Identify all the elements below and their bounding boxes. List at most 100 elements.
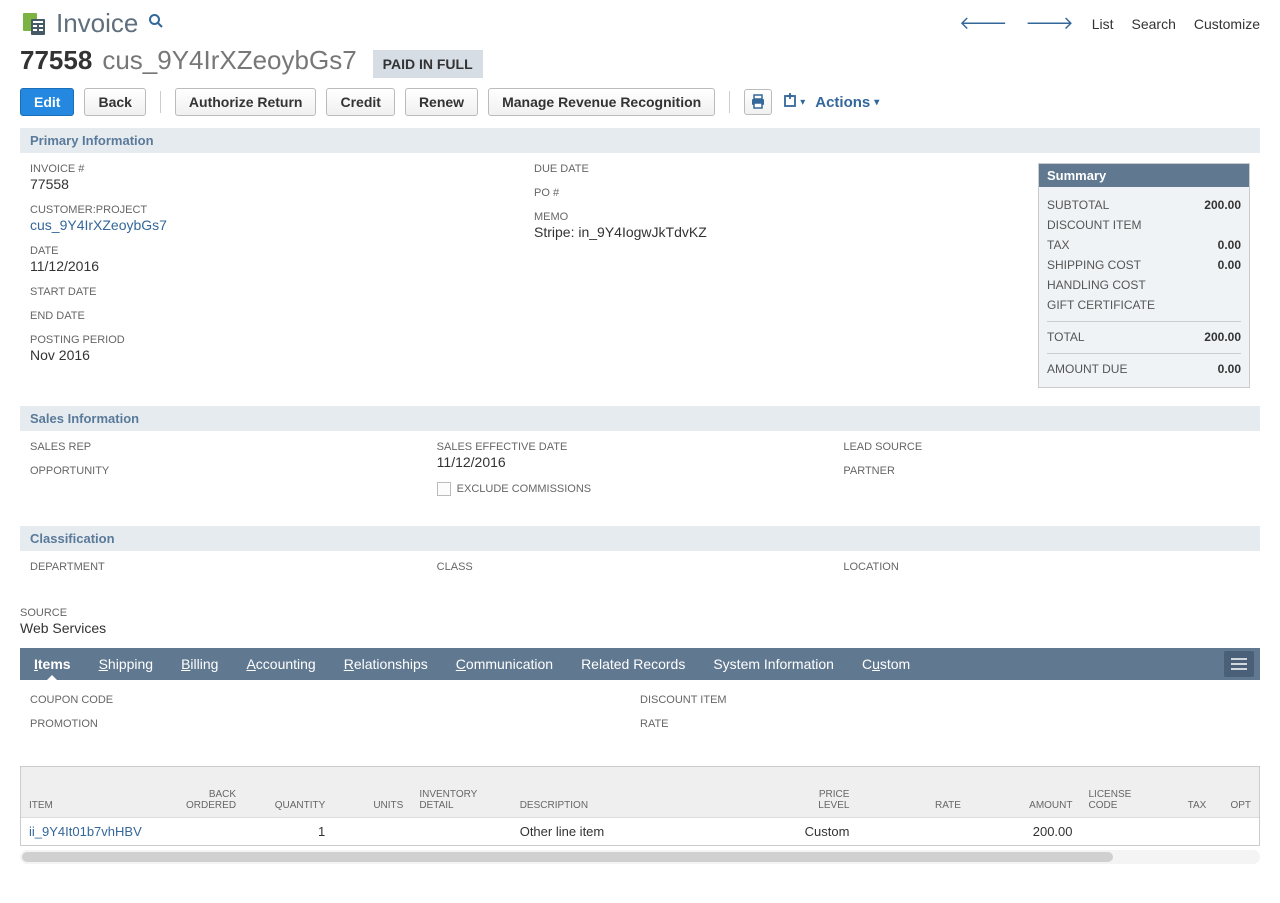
opportunity-label: OPPORTUNITY xyxy=(30,465,437,477)
actions-dropdown[interactable]: Actions ▾ xyxy=(815,94,879,111)
amount-due-label: AMOUNT DUE xyxy=(1047,362,1127,376)
tab-shipping[interactable]: Shipping xyxy=(85,648,168,680)
authorize-return-button[interactable]: Authorize Return xyxy=(175,88,317,116)
nav-back-icon[interactable]: 🡐 xyxy=(959,13,1007,34)
status-badge: PAID IN FULL xyxy=(373,50,483,78)
posting-period-label: POSTING PERIOD xyxy=(30,334,534,346)
credit-button[interactable]: Credit xyxy=(326,88,394,116)
renew-button[interactable]: Renew xyxy=(405,88,478,116)
exclude-commissions-label: EXCLUDE COMMISSIONS xyxy=(457,483,591,495)
col-license-code[interactable]: LICENSE CODE xyxy=(1081,767,1159,818)
invoice-number: 77558 xyxy=(20,45,92,76)
tab-system-information[interactable]: System Information xyxy=(699,648,848,680)
tab-custom[interactable]: Custom xyxy=(848,648,924,680)
col-back-ordered[interactable]: BACK ORDERED xyxy=(166,767,244,818)
primary-information-header: Primary Information xyxy=(20,128,1260,153)
nav-forward-icon[interactable]: 🡒 xyxy=(1025,13,1073,34)
summary-header: Summary xyxy=(1039,164,1249,187)
row-amount: 200.00 xyxy=(969,818,1081,846)
amount-due-value: 0.00 xyxy=(1218,362,1241,376)
tab-items[interactable]: Items xyxy=(20,648,85,680)
customer-project-link[interactable]: cus_9Y4IrXZeoybGs7 xyxy=(30,217,534,233)
table-row[interactable]: ii_9Y4It01b7vhHBV 1 Other line item Cust… xyxy=(21,818,1259,846)
col-tax[interactable]: TAX xyxy=(1159,767,1215,818)
tax-value: 0.00 xyxy=(1218,238,1241,252)
department-label: DEPARTMENT xyxy=(30,561,437,573)
col-description[interactable]: DESCRIPTION xyxy=(512,767,769,818)
manage-revenue-button[interactable]: Manage Revenue Recognition xyxy=(488,88,715,116)
horizontal-scrollbar[interactable] xyxy=(20,850,1260,864)
date-value: 11/12/2016 xyxy=(30,258,534,274)
due-date-label: DUE DATE xyxy=(534,163,1038,175)
customer-id: cus_9Y4IrXZeoybGs7 xyxy=(102,45,356,76)
col-units[interactable]: UNITS xyxy=(333,767,411,818)
gift-label: GIFT CERTIFICATE xyxy=(1047,298,1155,312)
coupon-code-label: COUPON CODE xyxy=(30,694,640,706)
invoice-icon xyxy=(20,10,48,38)
po-label: PO # xyxy=(534,187,1038,199)
col-amount[interactable]: AMOUNT xyxy=(969,767,1081,818)
search-link[interactable]: Search xyxy=(1132,16,1176,32)
memo-label: MEMO xyxy=(534,211,1038,223)
tab-communication[interactable]: Communication xyxy=(442,648,567,680)
shipping-label: SHIPPING COST xyxy=(1047,258,1141,272)
invoice-no-value: 77558 xyxy=(30,176,534,192)
source-label: SOURCE xyxy=(20,607,1260,619)
discount-item-label2: DISCOUNT ITEM xyxy=(640,694,1250,706)
source-value: Web Services xyxy=(20,620,1260,636)
tax-label: TAX xyxy=(1047,238,1069,252)
summary-box: Summary SUBTOTAL200.00 DISCOUNT ITEM TAX… xyxy=(1038,163,1250,388)
row-description: Other line item xyxy=(512,818,769,846)
col-price-level[interactable]: PRICE LEVEL xyxy=(768,767,857,818)
partner-label: PARTNER xyxy=(843,465,1250,477)
rate-label: RATE xyxy=(640,718,1250,730)
effective-date-label: SALES EFFECTIVE DATE xyxy=(437,441,844,453)
start-date-label: START DATE xyxy=(30,286,534,298)
page-title: Invoice xyxy=(56,8,138,39)
tab-bar: Items Shipping Billing Accounting Relati… xyxy=(20,648,1260,680)
back-button[interactable]: Back xyxy=(84,88,145,116)
class-label: CLASS xyxy=(437,561,844,573)
list-link[interactable]: List xyxy=(1092,16,1114,32)
edit-button[interactable]: Edit xyxy=(20,88,74,116)
chevron-down-icon: ▾ xyxy=(874,97,879,108)
customer-project-label: CUSTOMER:PROJECT xyxy=(30,204,534,216)
handling-label: HANDLING COST xyxy=(1047,278,1146,292)
col-quantity[interactable]: QUANTITY xyxy=(244,767,333,818)
row-item-link[interactable]: ii_9Y4It01b7vhHBV xyxy=(21,818,166,846)
tab-accounting[interactable]: Accounting xyxy=(232,648,329,680)
date-label: DATE xyxy=(30,245,534,257)
tab-billing[interactable]: Billing xyxy=(167,648,232,680)
subtotal-value: 200.00 xyxy=(1204,198,1241,212)
total-label: TOTAL xyxy=(1047,330,1085,344)
memo-value: Stripe: in_9Y4IogwJkTdvKZ xyxy=(534,224,1038,240)
invoice-no-label: INVOICE # xyxy=(30,163,534,175)
col-inventory-detail[interactable]: INVENTORY DETAIL xyxy=(411,767,511,818)
tab-related-records[interactable]: Related Records xyxy=(567,648,699,680)
end-date-label: END DATE xyxy=(30,310,534,322)
exclude-commissions-checkbox[interactable] xyxy=(437,482,451,496)
sales-information-header: Sales Information xyxy=(20,406,1260,431)
total-value: 200.00 xyxy=(1204,330,1241,344)
actions-label: Actions xyxy=(815,94,870,111)
tab-relationships[interactable]: Relationships xyxy=(330,648,442,680)
shipping-value: 0.00 xyxy=(1218,258,1241,272)
row-price-level: Custom xyxy=(768,818,857,846)
divider xyxy=(160,91,161,113)
new-window-icon[interactable]: ▾ xyxy=(782,93,805,111)
search-icon[interactable] xyxy=(148,13,164,34)
posting-period-value: Nov 2016 xyxy=(30,347,534,363)
classification-header: Classification xyxy=(20,526,1260,551)
discount-item-label: DISCOUNT ITEM xyxy=(1047,218,1141,232)
divider xyxy=(729,91,730,113)
col-rate[interactable]: RATE xyxy=(857,767,969,818)
col-item[interactable]: ITEM xyxy=(21,767,166,818)
lead-source-label: LEAD SOURCE xyxy=(843,441,1250,453)
layout-toggle-icon[interactable] xyxy=(1224,651,1254,677)
location-label: LOCATION xyxy=(843,561,1250,573)
customize-link[interactable]: Customize xyxy=(1194,16,1260,32)
print-icon[interactable] xyxy=(744,89,772,115)
col-opt[interactable]: OPT xyxy=(1214,767,1259,818)
promotion-label: PROMOTION xyxy=(30,718,640,730)
effective-date-value: 11/12/2016 xyxy=(437,454,844,470)
